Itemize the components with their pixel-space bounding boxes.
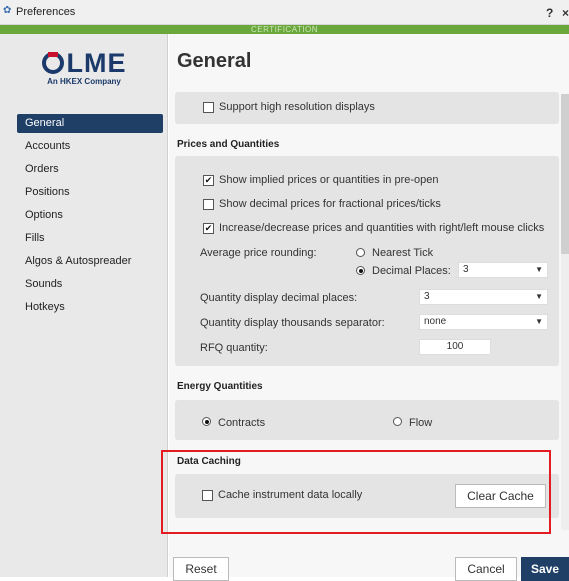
rfq-quantity-input[interactable]: 100 bbox=[419, 339, 491, 355]
implied-checkbox[interactable]: ✔ bbox=[203, 175, 214, 186]
chevron-down-icon: ▼ bbox=[535, 265, 543, 274]
sidebar-item-general[interactable]: General bbox=[17, 114, 163, 133]
contracts-label: Contracts bbox=[218, 417, 266, 429]
contracts-radio[interactable] bbox=[202, 417, 211, 426]
reset-button[interactable]: Reset bbox=[173, 557, 229, 581]
sidebar-item-options[interactable]: Options bbox=[17, 204, 163, 227]
environment-banner: CERTIFICATION bbox=[0, 25, 569, 34]
cancel-button[interactable]: Cancel bbox=[455, 557, 517, 581]
flow-label: Flow bbox=[409, 417, 433, 429]
energy-heading: Energy Quantities bbox=[177, 381, 263, 392]
flow-radio[interactable] bbox=[393, 417, 402, 426]
high-res-label: Support high resolution displays bbox=[219, 101, 375, 113]
thousands-label: Quantity display thousands separator: bbox=[200, 317, 385, 329]
decimal-prices-label: Show decimal prices for fractional price… bbox=[219, 198, 441, 210]
logo-name: LME bbox=[66, 48, 127, 78]
sidebar-item-orders[interactable]: Orders bbox=[17, 158, 163, 181]
window-title: Preferences bbox=[16, 6, 76, 18]
qty-decimal-label: Quantity display decimal places: bbox=[200, 292, 358, 304]
sidebar-item-hotkeys[interactable]: Hotkeys bbox=[17, 296, 163, 319]
display-panel: Support high resolution displays bbox=[175, 92, 559, 124]
scrollbar-thumb[interactable] bbox=[561, 94, 569, 254]
chevron-down-icon: ▼ bbox=[535, 292, 543, 301]
sidebar-item-accounts[interactable]: Accounts bbox=[17, 135, 163, 158]
save-button[interactable]: Save bbox=[521, 557, 569, 581]
title-bar: ✿ Preferences ? × bbox=[0, 0, 569, 25]
rfq-label: RFQ quantity: bbox=[200, 342, 268, 354]
thousands-value: none bbox=[424, 316, 447, 327]
rounding-decimal-radio[interactable] bbox=[356, 266, 365, 275]
rounding-decimal-value: 3 bbox=[463, 264, 469, 275]
rounding-label: Average price rounding: bbox=[200, 247, 317, 259]
highlight-annotation bbox=[161, 450, 551, 534]
high-res-checkbox[interactable] bbox=[203, 102, 214, 113]
logo-tagline: An HKEX Company bbox=[47, 77, 121, 86]
prices-quantities-heading: Prices and Quantities bbox=[177, 139, 280, 150]
qty-decimal-select[interactable]: 3 ▼ bbox=[419, 289, 548, 305]
lme-logo: LME An HKEX Company bbox=[0, 49, 168, 86]
mouse-clicks-checkbox[interactable]: ✔ bbox=[203, 223, 214, 234]
decimal-prices-checkbox[interactable] bbox=[203, 199, 214, 210]
sidebar-item-fills[interactable]: Fills bbox=[17, 227, 163, 250]
page-title: General bbox=[177, 50, 252, 72]
rounding-nearest-radio[interactable] bbox=[356, 248, 365, 257]
rounding-decimal-select[interactable]: 3 ▼ bbox=[458, 262, 548, 278]
sidebar-item-algos[interactable]: Algos & Autospreader bbox=[17, 250, 163, 273]
mouse-clicks-label: Increase/decrease prices and quantities … bbox=[219, 222, 545, 234]
sidebar-item-sounds[interactable]: Sounds bbox=[17, 273, 163, 296]
energy-panel: Contracts Flow bbox=[175, 400, 559, 440]
rounding-nearest-label: Nearest Tick bbox=[372, 247, 434, 259]
help-button[interactable]: ? bbox=[546, 6, 553, 20]
implied-label: Show implied prices or quantities in pre… bbox=[219, 174, 439, 186]
scrollbar[interactable] bbox=[561, 94, 569, 530]
qty-decimal-value: 3 bbox=[424, 291, 430, 302]
gear-icon: ✿ bbox=[3, 5, 12, 16]
rounding-decimal-label: Decimal Places: bbox=[372, 265, 451, 277]
sidebar-nav: General Accounts Orders Positions Option… bbox=[17, 114, 163, 319]
sidebar-item-positions[interactable]: Positions bbox=[17, 181, 163, 204]
close-button[interactable]: × bbox=[562, 6, 569, 20]
logo-mark-icon bbox=[41, 52, 64, 74]
prices-quantities-panel: ✔ Show implied prices or quantities in p… bbox=[175, 156, 559, 366]
sidebar: LME An HKEX Company General Accounts Ord… bbox=[0, 34, 168, 577]
chevron-down-icon: ▼ bbox=[535, 317, 543, 326]
thousands-select[interactable]: none ▼ bbox=[419, 314, 548, 330]
